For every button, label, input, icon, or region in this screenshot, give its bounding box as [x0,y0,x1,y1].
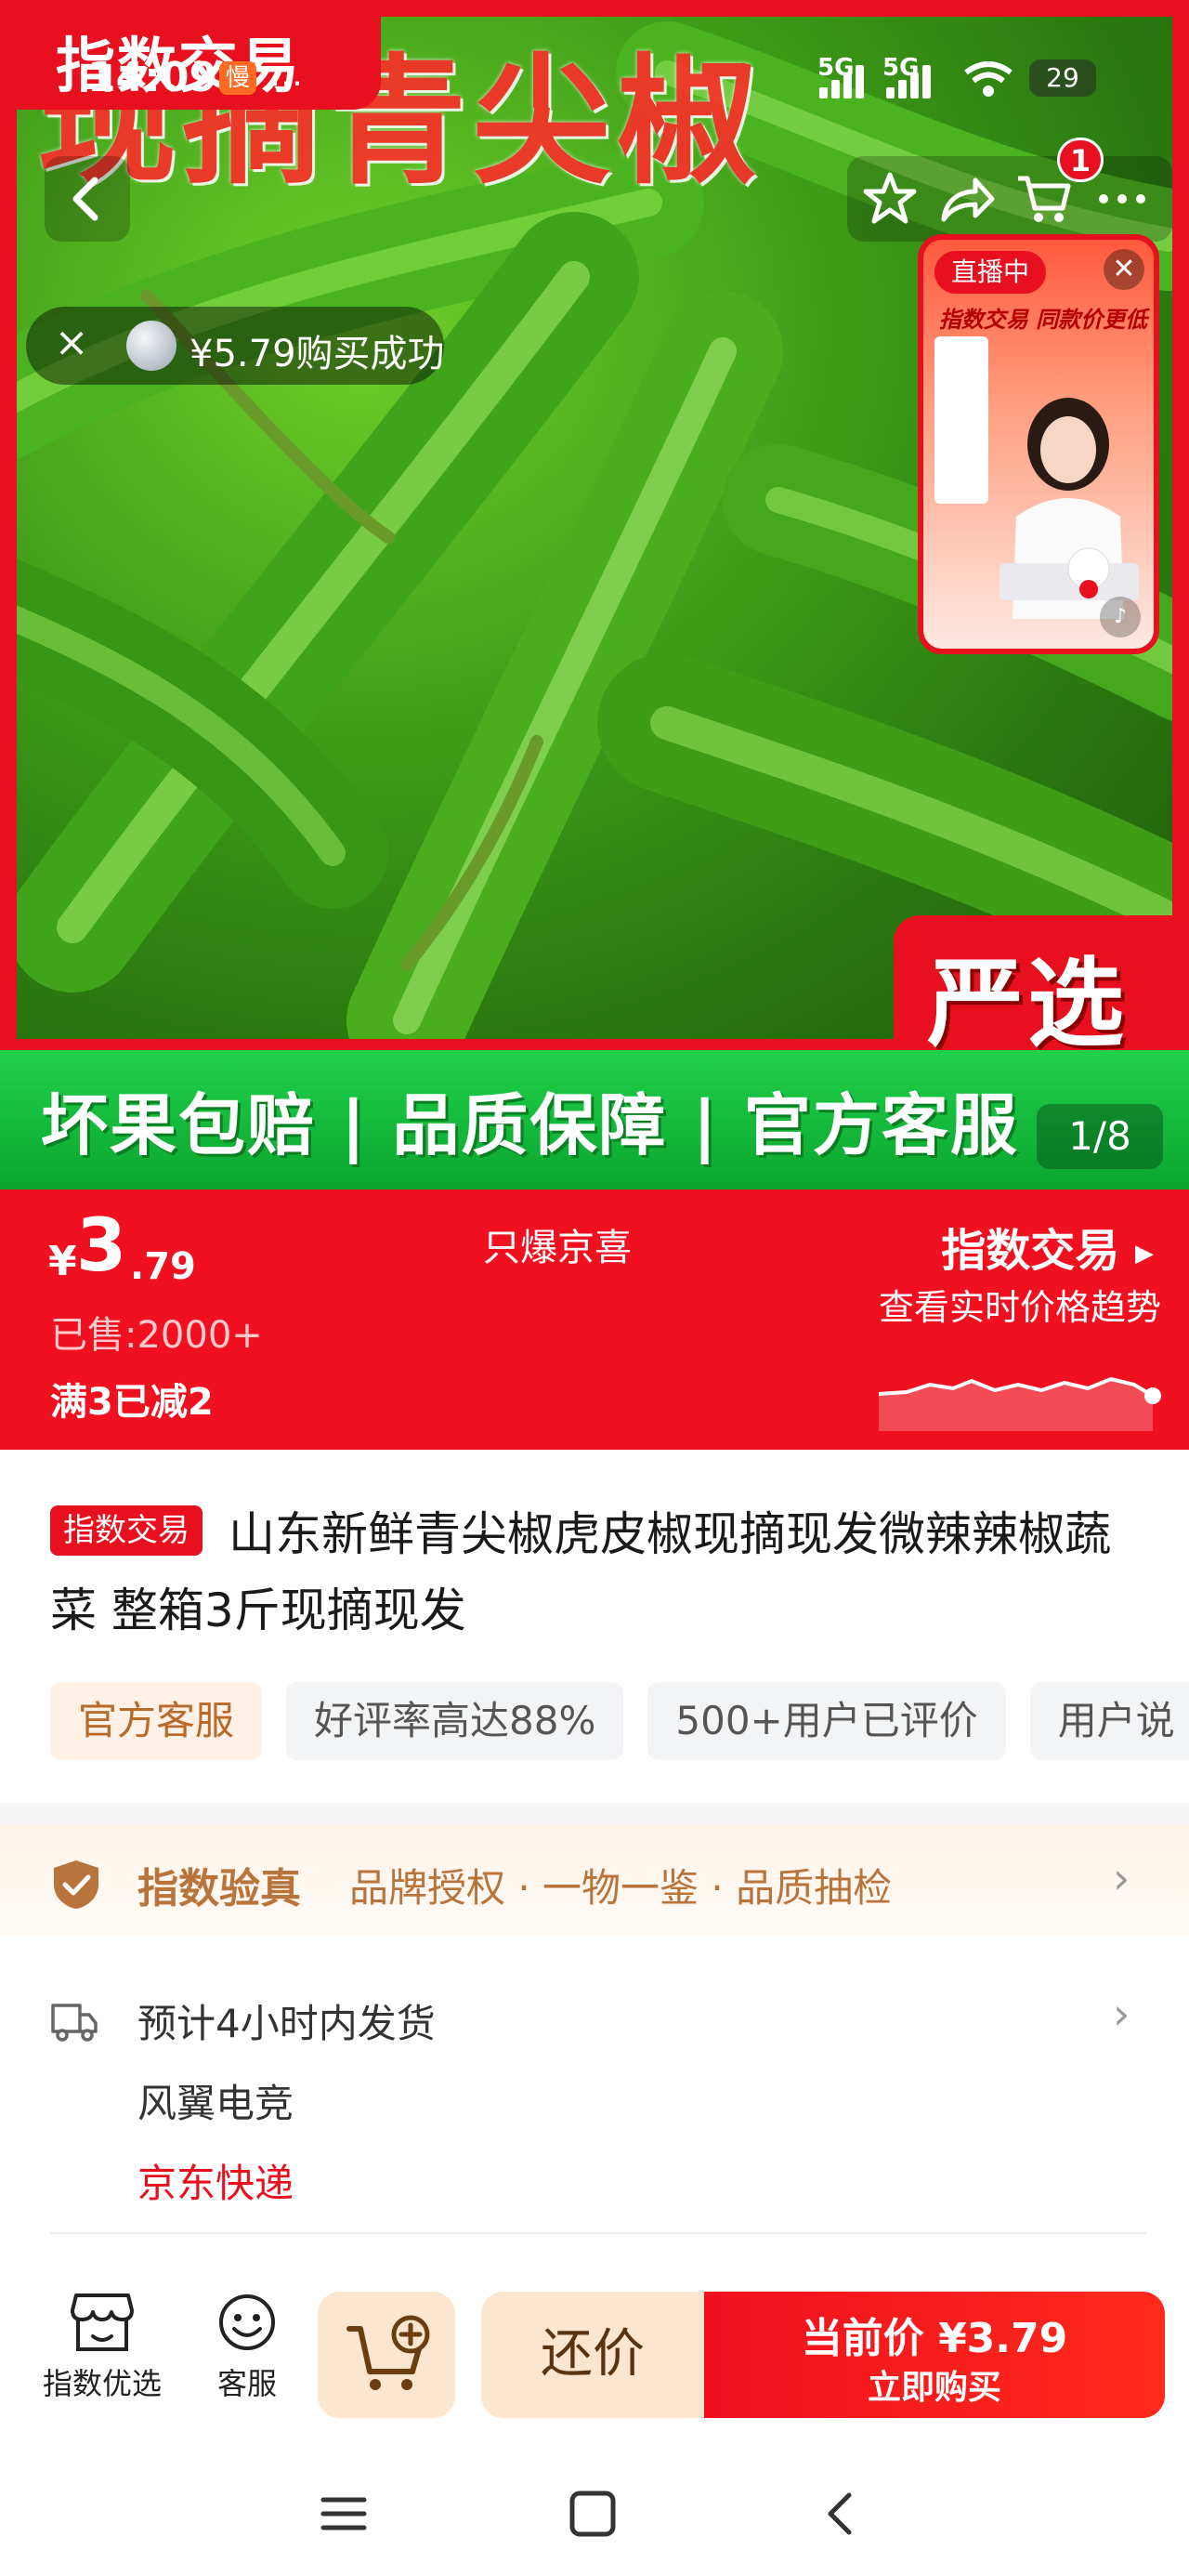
add-cart-icon [346,2315,430,2390]
status-time: 14:09 [87,54,218,101]
sold-count: 已售:2000+ [50,1314,263,1357]
chip-official-service[interactable]: 官方客服 [50,1682,263,1760]
back-button[interactable] [45,156,130,242]
signal-icon-2 [886,61,938,99]
bottom-action-bar: 指数优选 客服 还价 当前价 ¥3.79 立即购买 [0,2234,1189,2446]
delivery-carrier: 京东快递 [137,2161,294,2206]
back-nav-icon[interactable] [814,2491,869,2537]
wifi-icon [964,61,1013,97]
product-title-tag: 指数交易 [50,1505,203,1556]
toast-text: ¥5.79购买成功 [189,333,445,375]
yanxuan-badge: 严选 [894,915,1172,1060]
menu-icon[interactable] [316,2491,372,2537]
home-icon[interactable] [565,2491,621,2537]
service-smile-icon [219,2294,275,2350]
guarantee-text: 坏果包赔 | 品质保障 | 官方客服 [41,1086,1019,1164]
price-trend-sparkline[interactable] [879,1357,1167,1431]
customer-service-button[interactable]: 客服 [197,2292,297,2403]
cart-icon[interactable] [1014,169,1074,229]
chevron-left-icon [72,177,98,221]
battery-icon: 29 [1029,59,1096,97]
slow-network-badge: 慢 [219,61,256,95]
store-button[interactable]: 指数优选 [33,2292,171,2403]
mute-icon[interactable]: ♪ [1100,597,1141,637]
service-label: 客服 [216,2366,277,2401]
price-decimal: .79 [130,1245,196,1288]
verify-desc: 品牌授权 · 一物一鉴 · 品质抽检 [349,1865,893,1911]
buy-now-label: 立即购买 [867,2369,1001,2407]
streamer-image [1000,398,1139,619]
status-bar: 14:09 慢 … 5G 5G 29 [0,0,1189,101]
toast-close-icon[interactable]: × [48,320,95,366]
share-icon[interactable] [936,169,996,229]
shield-check-icon [54,1860,98,1909]
guarantee-banner: 坏果包赔 | 品质保障 | 官方客服 [0,1050,1189,1189]
verify-label: 指数验真 [137,1865,301,1912]
price-integer: 3 [76,1204,127,1288]
store-label: 指数优选 [42,2366,162,2401]
chip-good-rate[interactable]: 好评率高达88% [286,1682,624,1760]
highlight-chips: 官方客服 好评率高达88% 500+用户已评价 用户说 [50,1682,1189,1766]
live-close-icon[interactable]: ✕ [1104,249,1144,290]
chip-user-says[interactable]: 用户说 [1029,1682,1189,1760]
signal-icon [819,61,871,99]
image-counter: 1/8 [1037,1104,1163,1169]
system-nav-bar [0,2446,1189,2576]
live-tag: 直播中 [934,251,1047,294]
index-trade-subtitle[interactable]: 查看实时价格趋势 [879,1279,1161,1330]
price-currency: ¥ [48,1238,77,1285]
status-more: … [269,56,303,94]
index-trade-link[interactable]: 指数交易 ▶ [941,1214,1154,1279]
truck-icon [51,2004,98,2042]
more-icon[interactable] [1092,169,1152,229]
store-icon [71,2293,134,2351]
chevron-right-icon: › [1113,1853,1130,1903]
triangle-right-icon: ▶ [1135,1240,1154,1268]
live-stream-widget[interactable]: 直播中 ✕ 指数交易 同款价更低 ♪ [918,234,1159,654]
live-slogan: 指数交易 同款价更低 [938,307,1148,333]
promo-label: 满3已减2 [50,1381,214,1424]
product-title-card: 山东新鲜青尖椒虎皮椒现摘现发微辣辣椒蔬菜 整箱3斤现摘现发 指数交易 官方客服好… [0,1450,1189,1803]
index-trade-title: 指数交易 [941,1225,1120,1277]
cart-count-badge: 1 [1057,138,1104,182]
delivery-section[interactable]: 预计4小时内发货 风翼电竞 京东快递 › [0,1937,1189,2234]
top-action-group [847,156,1172,242]
add-to-cart-button[interactable] [318,2292,455,2418]
buy-now-button[interactable]: 当前价 ¥3.79 立即购买 [704,2292,1165,2418]
buyer-avatar [126,321,176,371]
chevron-right-icon: › [1113,1989,1130,2039]
chip-review-count[interactable]: 500+用户已评价 [647,1682,1006,1760]
price-banner: ¥ 3 .79 已售:2000+ 满3已减2 只爆京喜 指数交易 ▶ 查看实时价… [0,1189,1189,1450]
purchase-toast: × ¥5.79购买成功 [26,307,445,385]
live-price-board [934,336,988,504]
buy-current-price: 当前价 ¥3.79 [801,2315,1068,2362]
verify-row[interactable]: 指数验真 品牌授权 · 一物一鉴 · 品质抽检 › [0,1825,1189,1937]
delivery-shop: 风翼电竞 [137,2081,294,2126]
price-middle-label: 只爆京喜 [483,1227,632,1269]
bargain-button[interactable]: 还价 [481,2292,704,2418]
star-icon[interactable] [860,169,920,229]
delivery-eta: 预计4小时内发货 [137,2001,436,2046]
product-title: 山东新鲜青尖椒虎皮椒现摘现发微辣辣椒蔬菜 整箱3斤现摘现发 [50,1507,1111,1637]
yanxuan-label: 严选 [927,947,1129,1060]
